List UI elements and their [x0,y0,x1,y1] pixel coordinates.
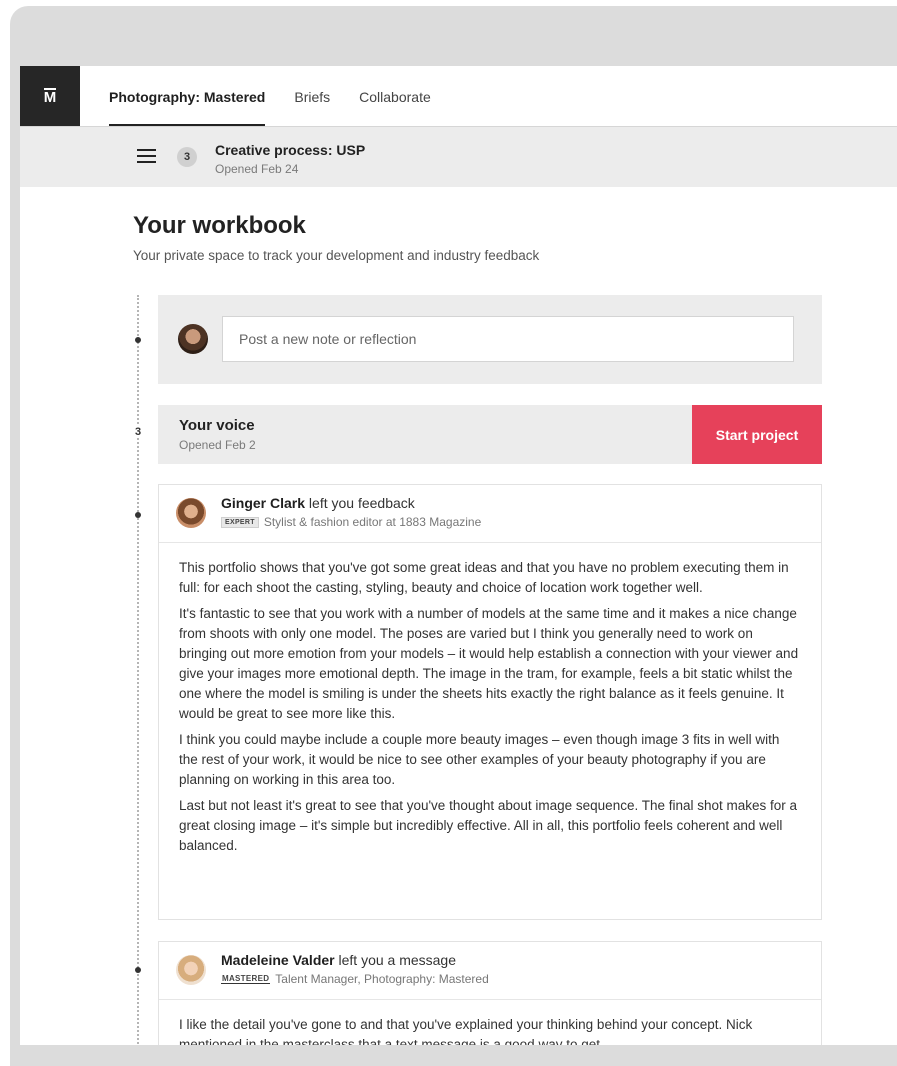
sender-name[interactable]: Madeleine Valder [221,952,335,968]
tab-photography-mastered[interactable]: Photography: Mastered [109,66,266,126]
course-subheader: 3 Creative process: USP Opened Feb 24 [20,127,897,187]
message-action: left you a message [334,952,457,968]
tab-briefs[interactable]: Briefs [294,66,330,126]
timeline-dot [135,337,141,343]
logo-mark: M [43,88,57,106]
app-screen: M Photography: Mastered Briefs Collabora… [20,66,897,1045]
message-header: Madeleine Valder left you a message MAST… [159,942,821,1000]
reviewer-role: Stylist & fashion editor at 1883 Magazin… [263,515,482,529]
sender-role: Talent Manager, Photography: Mastered [275,972,489,986]
feedback-paragraph: Last but not least it's great to see tha… [179,798,798,853]
reviewer-role-line: EXPERT Stylist & fashion editor at 1883 … [221,515,481,529]
sender-avatar[interactable] [176,955,206,985]
sender-role-line: MASTERED Talent Manager, Photography: Ma… [221,972,489,986]
feedback-action: left you feedback [305,495,415,511]
reviewer-avatar[interactable] [176,498,206,528]
user-avatar [178,324,208,354]
reviewer-name[interactable]: Ginger Clark [221,495,305,511]
message-card: Madeleine Valder left you a message MAST… [158,941,822,1045]
feedback-card: Ginger Clark left you feedback EXPERT St… [158,484,822,920]
start-project-button[interactable]: Start project [692,405,822,464]
new-note-input[interactable] [222,316,794,362]
nav-tabs: Photography: Mastered Briefs Collaborate [109,66,460,126]
feedback-paragraph: It's fantastic to see that you work with… [179,606,799,721]
step-number-badge: 3 [177,147,197,167]
message-author-line: Madeleine Valder left you a message [221,952,456,968]
feedback-header: Ginger Clark left you feedback EXPERT St… [159,485,821,543]
project-card: Your voice Opened Feb 2 Start project [158,405,822,464]
top-navigation: M Photography: Mastered Briefs Collabora… [20,66,897,127]
timeline-dot [135,512,141,518]
hamburger-menu-icon[interactable] [137,149,156,163]
feedback-paragraph: This portfolio shows that you've got som… [179,560,789,595]
feedback-body: This portfolio shows that you've got som… [159,543,821,876]
timeline-dot [135,967,141,973]
timeline-line [137,295,139,1045]
new-note-box [158,295,822,384]
feedback-paragraph: I think you could maybe include a couple… [179,732,780,787]
expert-badge: EXPERT [221,516,259,528]
feedback-author-line: Ginger Clark left you feedback [221,495,415,511]
tab-collaborate[interactable]: Collaborate [359,66,431,126]
message-body: I like the detail you've gone to and tha… [159,1000,821,1045]
module-opened-date: Opened Feb 24 [215,162,299,176]
project-title: Your voice [179,417,255,434]
mastered-badge: MASTERED [221,974,271,984]
page-title: Your workbook [133,212,306,239]
project-opened-date: Opened Feb 2 [179,438,256,452]
mastered-logo[interactable]: M [20,66,80,126]
module-title: Creative process: USP [215,142,366,158]
page-subtitle: Your private space to track your develop… [133,248,540,263]
message-paragraph: I like the detail you've gone to and tha… [179,1017,753,1045]
timeline-step-number: 3 [132,426,144,438]
